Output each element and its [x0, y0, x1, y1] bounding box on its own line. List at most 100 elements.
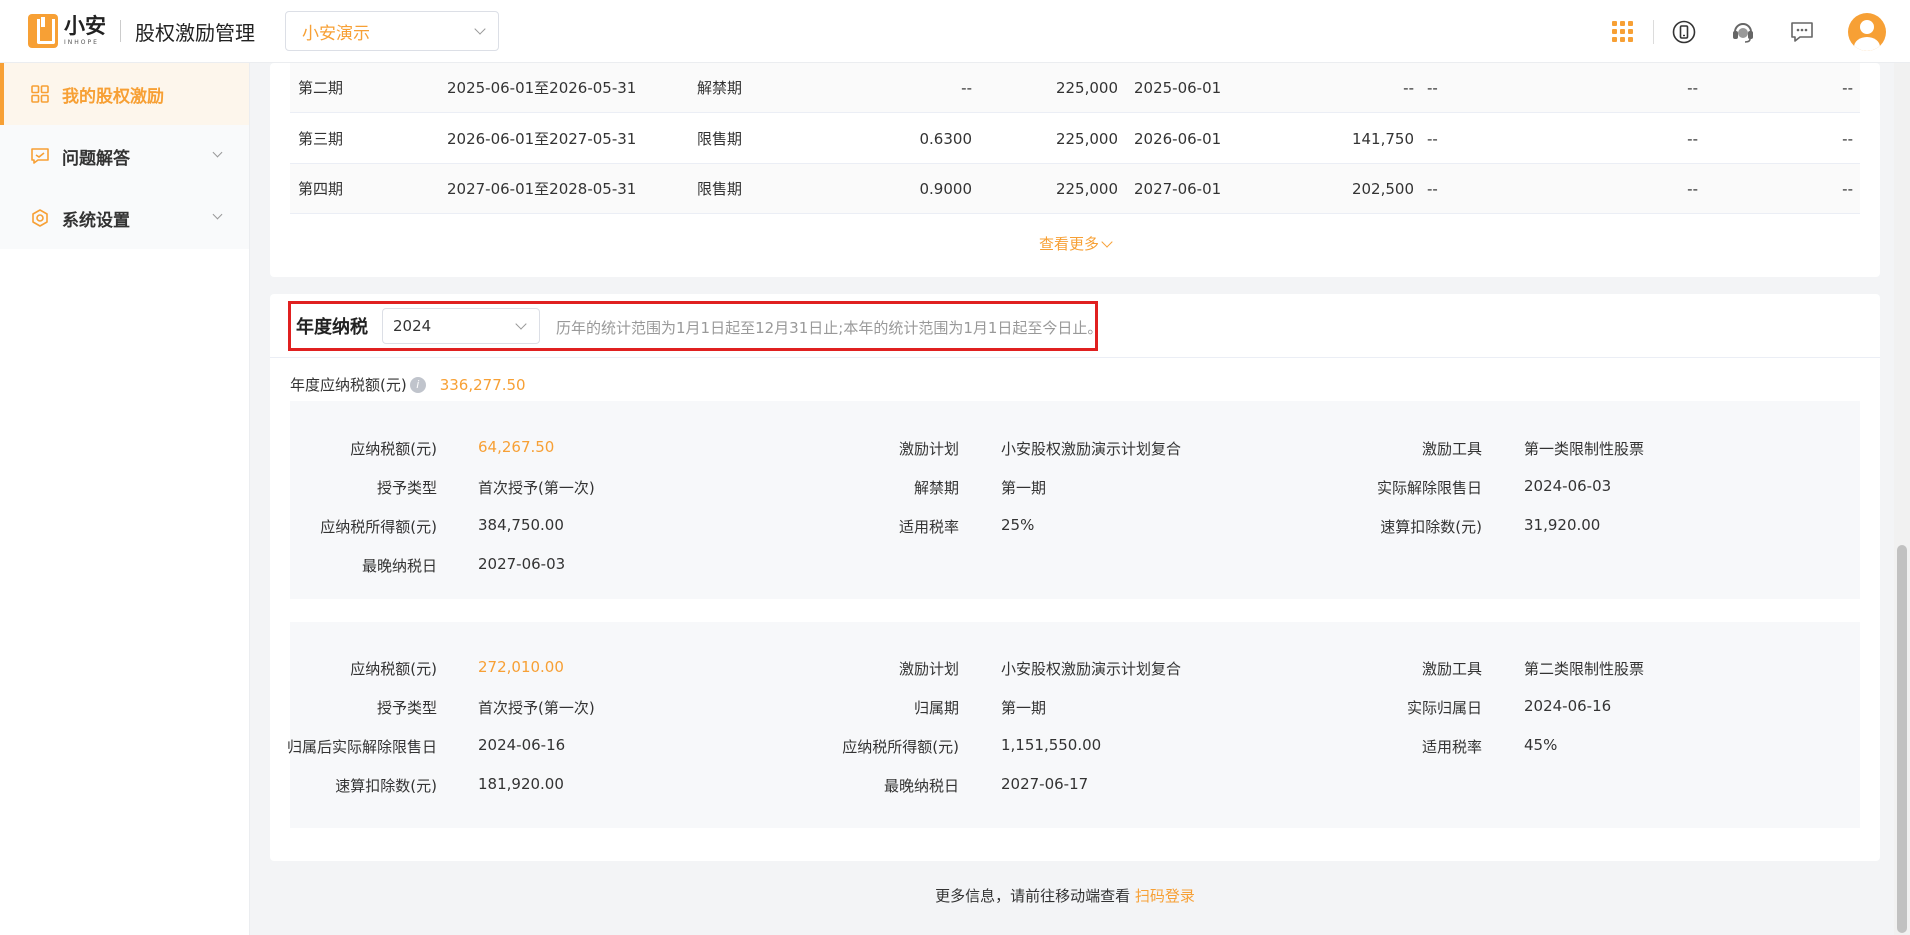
field-value: 384,750.00	[478, 516, 564, 534]
field-label: 最晚纳税日	[883, 777, 959, 795]
info-icon[interactable]: i	[409, 376, 426, 393]
field-value: 25%	[1001, 516, 1035, 534]
annual-tax-card: 年度纳税 2024 历年的统计范围为1月1日起至12月31日止;本年的统计范围为…	[270, 294, 1880, 861]
cell-period: 第三期	[298, 130, 344, 148]
sidebar-item-my-equity[interactable]: 我的股权激励	[0, 63, 249, 125]
chevron-down-icon	[212, 147, 223, 158]
annual-total-value: 336,277.50	[439, 375, 526, 394]
cell-status: 限售期	[697, 130, 743, 148]
table-row: 第二期 2025-06-01至2026-05-31 解禁期 -- 225,000…	[290, 63, 1860, 113]
apps-grid-icon[interactable]	[1612, 20, 1634, 43]
cell-extra: --	[1687, 180, 1698, 198]
page-scrollbar[interactable]	[1894, 63, 1910, 935]
field-value: 小安股权激励演示计划复合	[1001, 440, 1182, 458]
apps-icon	[30, 84, 50, 104]
field-label: 激励计划	[898, 660, 959, 678]
field-label: 最晚纳税日	[361, 557, 437, 575]
sidebar-item-faq[interactable]: 问题解答	[0, 125, 249, 187]
field-value: 首次授予(第一次)	[478, 479, 595, 497]
cell-extra: --	[1842, 79, 1853, 97]
user-avatar[interactable]	[1848, 12, 1886, 51]
view-more-link[interactable]: 查看更多	[270, 233, 1880, 254]
schedule-card: 第二期 2025-06-01至2026-05-31 解禁期 -- 225,000…	[270, 63, 1880, 277]
field-value: 45%	[1524, 736, 1558, 754]
year-select-value: 2024	[393, 317, 432, 335]
field-value: 小安股权激励演示计划复合	[1001, 660, 1182, 678]
message-icon[interactable]	[1789, 19, 1815, 45]
field-label: 适用税率	[1421, 738, 1482, 756]
cell-status: 解禁期	[697, 79, 743, 97]
chevron-down-icon	[1101, 236, 1113, 248]
annual-total-label: 年度应纳税额(元)	[290, 376, 407, 394]
cell-extra: --	[1427, 130, 1438, 148]
table-row: 第四期 2027-06-01至2028-05-31 限售期 0.9000 225…	[290, 164, 1860, 214]
cell-price: 0.6300	[919, 130, 973, 148]
tax-detail-block: 应纳税额(元) 272,010.00 激励计划 小安股权激励演示计划复合 激励工…	[287, 622, 1860, 828]
logo[interactable]: 小安 INHOPE	[28, 14, 106, 48]
cell-range: 2025-06-01至2026-05-31	[447, 79, 637, 97]
cell-status: 限售期	[697, 180, 743, 198]
annual-tax-header: 年度纳税 2024 历年的统计范围为1月1日起至12月31日止;本年的统计范围为…	[270, 294, 1880, 358]
sidebar-item-label: 问题解答	[62, 148, 130, 169]
field-label: 应纳税所得额(元)	[320, 518, 437, 536]
field-value: 2024-06-16	[478, 736, 566, 754]
field-label: 解禁期	[913, 479, 959, 497]
settings-icon	[30, 208, 50, 228]
cell-date: 2027-06-01	[1134, 180, 1222, 198]
field-label: 激励工具	[1421, 440, 1482, 458]
field-label: 激励计划	[898, 440, 959, 458]
field-value: 2027-06-03	[478, 555, 566, 573]
annual-tax-note: 历年的统计范围为1月1日起至12月31日止;本年的统计范围为1月1日起至今日止。	[556, 319, 1103, 337]
logo-text: 小安	[64, 14, 106, 38]
year-select[interactable]: 2024	[382, 308, 540, 344]
field-value: 2027-06-17	[1001, 775, 1089, 793]
org-select[interactable]: 小安演示	[285, 11, 499, 51]
cell-range: 2027-06-01至2028-05-31	[447, 180, 637, 198]
field-label: 授予类型	[376, 699, 437, 717]
scrollbar-thumb[interactable]	[1897, 545, 1907, 933]
org-select-value: 小安演示	[302, 23, 370, 44]
customer-service-icon[interactable]	[1730, 19, 1756, 45]
cell-extra: --	[1687, 130, 1698, 148]
cell-extra: --	[1842, 180, 1853, 198]
cell-date: 2026-06-01	[1134, 130, 1222, 148]
field-value: 1,151,550.00	[1001, 736, 1102, 754]
field-value: 31,920.00	[1524, 516, 1601, 534]
cell-qty: 225,000	[1055, 79, 1118, 97]
tax-detail-block: 应纳税额(元) 64,267.50 激励计划 小安股权激励演示计划复合 激励工具…	[290, 401, 1860, 599]
field-label: 应纳税额(元)	[350, 440, 437, 458]
field-value: 2024-06-16	[1524, 697, 1612, 715]
logo-subtext: INHOPE	[64, 39, 99, 46]
cell-amount: 141,750	[1351, 130, 1414, 148]
field-value: 272,010.00	[478, 658, 564, 676]
cell-date: 2025-06-01	[1134, 79, 1222, 97]
cell-amount: --	[1403, 79, 1414, 97]
field-label: 授予类型	[376, 479, 437, 497]
annual-total: 年度应纳税额(元) i 336,277.50	[290, 374, 526, 395]
sidebar-item-label: 系统设置	[62, 210, 130, 231]
scan-login-link[interactable]: 扫码登录	[1135, 887, 1195, 905]
chevron-down-icon	[474, 23, 486, 35]
cell-price: 0.9000	[919, 180, 973, 198]
cell-qty: 225,000	[1055, 180, 1118, 198]
field-label: 应纳税额(元)	[350, 660, 437, 678]
cell-price: --	[961, 79, 972, 97]
sidebar-item-settings[interactable]: 系统设置	[0, 187, 249, 249]
question-chat-icon	[30, 146, 50, 166]
cell-extra: --	[1842, 130, 1853, 148]
field-label: 适用税率	[898, 518, 959, 536]
field-label: 归属后实际解除限售日	[286, 738, 437, 756]
field-value: 第二类限制性股票	[1524, 660, 1645, 678]
annual-tax-title: 年度纳税	[296, 317, 368, 338]
field-value: 第一期	[1001, 479, 1047, 497]
field-value: 第一类限制性股票	[1524, 440, 1645, 458]
app-title: 股权激励管理	[135, 20, 255, 45]
chevron-down-icon	[212, 209, 223, 220]
mobile-icon[interactable]	[1671, 19, 1697, 45]
cell-period: 第四期	[298, 180, 344, 198]
sidebar: 我的股权激励 问题解答 系统设置	[0, 63, 250, 935]
field-label: 激励工具	[1421, 660, 1482, 678]
field-value: 64,267.50	[478, 438, 555, 456]
view-more-label: 查看更多	[1038, 235, 1099, 253]
field-label: 速算扣除数(元)	[1380, 518, 1482, 536]
